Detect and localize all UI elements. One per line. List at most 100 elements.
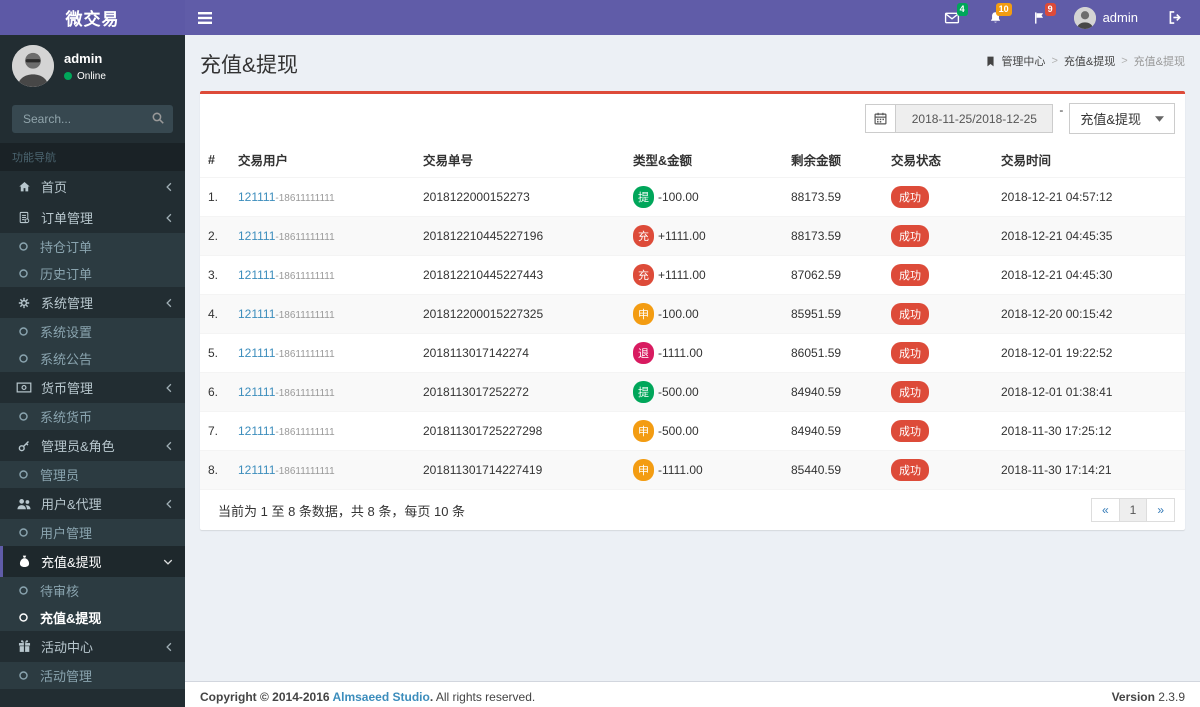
- type-badge: 申: [633, 303, 654, 325]
- status-badge: 成功: [891, 264, 929, 286]
- status-cell: 成功: [883, 333, 993, 373]
- row-index: 3.: [200, 255, 230, 295]
- status-badge: 成功: [891, 225, 929, 247]
- user-menu-button[interactable]: admin: [1062, 0, 1150, 35]
- sidebar-item-label: 系统设置: [40, 325, 93, 340]
- breadcrumb-item[interactable]: 充值&提现: [1064, 53, 1115, 69]
- sidebar-item-label: 系统公告: [40, 352, 93, 367]
- user-cell: 121111-18611111111: [230, 177, 415, 217]
- pagination-next-button[interactable]: »: [1146, 498, 1175, 522]
- sidebar-item-pending-review[interactable]: 待审核: [0, 577, 185, 604]
- row-index: 8.: [200, 450, 230, 489]
- sidebar-item-system-settings[interactable]: 系统设置: [0, 318, 185, 345]
- sidebar-item-label: 活动管理: [40, 669, 93, 684]
- sidebar-item-label: 充值&提现: [41, 555, 102, 570]
- search-input[interactable]: [12, 105, 173, 133]
- sidebar-item-admin-roles[interactable]: 管理员&角色: [0, 430, 185, 461]
- breadcrumb-item[interactable]: 管理中心: [1001, 53, 1045, 69]
- balance-value: 88173.59: [783, 177, 883, 217]
- sidebar-item-system-management[interactable]: 系统管理: [0, 287, 185, 318]
- calendar-button[interactable]: [865, 104, 896, 133]
- sidebar-item-activity-management[interactable]: 活动管理: [0, 662, 185, 689]
- sidebar-item-home[interactable]: 首页: [0, 171, 185, 202]
- user-id-link[interactable]: 121111: [238, 229, 275, 243]
- sidebar-user-name: admin: [64, 50, 103, 66]
- chevron-left-icon: [165, 499, 173, 509]
- sidebar-item-system-announcement[interactable]: 系统公告: [0, 345, 185, 372]
- home-icon: [15, 180, 33, 194]
- sidebar-user-status[interactable]: Online: [64, 71, 106, 82]
- notifications-button[interactable]: 10: [974, 0, 1018, 35]
- brand-logo[interactable]: 微交易: [0, 0, 185, 35]
- sidebar: admin Online 功能导航 首页订单管理持仓订单历史订单系统管理系统设置…: [0, 35, 185, 707]
- copyright-text: Copyright © 2014-2016: [200, 690, 333, 704]
- sidebar-toggle-button[interactable]: [185, 0, 225, 35]
- type-badge: 提: [633, 186, 654, 208]
- transaction-time: 2018-12-21 04:57:12: [993, 177, 1185, 217]
- user-id-link[interactable]: 121111: [238, 424, 275, 438]
- sidebar-item-history-orders[interactable]: 历史订单: [0, 260, 185, 287]
- type-badge: 退: [633, 342, 654, 364]
- user-cell: 121111-18611111111: [230, 216, 415, 256]
- sidebar-item-system-currency[interactable]: 系统货币: [0, 403, 185, 430]
- order-number: 201812210445227443: [415, 255, 625, 295]
- user-id-link[interactable]: 121111: [238, 346, 275, 360]
- transaction-time: 2018-12-01 19:22:52: [993, 333, 1185, 373]
- sidebar-item-user-management[interactable]: 用户管理: [0, 519, 185, 546]
- sidebar-item-users-agents[interactable]: 用户&代理: [0, 488, 185, 519]
- sidebar-item-activity-center[interactable]: 活动中心: [0, 631, 185, 662]
- pagination-page-button[interactable]: 1: [1118, 498, 1148, 522]
- row-index: 4.: [200, 294, 230, 334]
- user-id-link[interactable]: 121111: [238, 190, 275, 204]
- sidebar-item-label: 管理员&角色: [41, 439, 115, 454]
- amount-value: -500.00: [658, 424, 699, 438]
- sidebar-item-currency-management[interactable]: 货币管理: [0, 372, 185, 403]
- sidebar-item-position-orders[interactable]: 持仓订单: [0, 233, 185, 260]
- type-filter-select[interactable]: 充值&提现: [1069, 103, 1175, 134]
- user-cell: 121111-18611111111: [230, 372, 415, 412]
- pagination-prev-button[interactable]: «: [1090, 498, 1120, 522]
- user-cell: 121111-18611111111: [230, 294, 415, 334]
- status-badge: 成功: [891, 342, 929, 364]
- top-navbar: 微交易 4 10 9 admin: [0, 0, 1200, 35]
- column-header: 交易时间: [993, 142, 1185, 178]
- sidebar-item-order-management[interactable]: 订单管理: [0, 202, 185, 233]
- user-phone-suffix: -18611111111: [275, 271, 335, 282]
- table-row: 2. 121111-18611111111 201812210445227196 充 +…: [200, 216, 1185, 256]
- studio-link[interactable]: Almsaeed Studio: [332, 690, 429, 704]
- user-id-link[interactable]: 121111: [238, 463, 275, 477]
- sidebar-section-label: 功能导航: [0, 143, 185, 171]
- row-index: 2.: [200, 216, 230, 256]
- tasks-button[interactable]: 9: [1018, 0, 1062, 35]
- order-number: 2018113017142274: [415, 333, 625, 373]
- data-box: - 充值&提现 #交易用户交易单号类型&金额剩余金额交易状态交易时间 1.121…: [200, 91, 1185, 530]
- logout-button[interactable]: [1150, 0, 1200, 35]
- messages-button[interactable]: 4: [930, 0, 974, 35]
- online-status-dot: [64, 72, 72, 80]
- sidebar-item-admins[interactable]: 管理员: [0, 461, 185, 488]
- sidebar-item-label: 首页: [41, 180, 68, 195]
- status-badge: 成功: [891, 303, 929, 325]
- sidebar-item-label: 货币管理: [41, 381, 94, 396]
- order-number: 2018113017252272: [415, 372, 625, 412]
- user-id-link[interactable]: 121111: [238, 268, 275, 282]
- date-range-input[interactable]: [895, 104, 1054, 133]
- avatar: [12, 45, 54, 87]
- row-index: 6.: [200, 372, 230, 412]
- user-id-link[interactable]: 121111: [238, 385, 275, 399]
- user-id-link[interactable]: 121111: [238, 307, 275, 321]
- circle-o-icon: [14, 411, 32, 422]
- transaction-time: 2018-12-20 00:15:42: [993, 294, 1185, 334]
- status-cell: 成功: [883, 294, 993, 334]
- range-separator: -: [1059, 103, 1064, 117]
- sidebar-item-recharge-withdraw-list[interactable]: 充值&提现: [0, 604, 185, 631]
- gift-icon: [15, 639, 33, 654]
- type-amount-cell: 申 -1111.00: [625, 450, 783, 489]
- user-cell: 121111-18611111111: [230, 450, 415, 489]
- sidebar-item-recharge-withdraw[interactable]: 充值&提现: [0, 546, 185, 577]
- balance-value: 84940.59: [783, 372, 883, 412]
- search-icon[interactable]: [151, 111, 165, 125]
- money-icon: [15, 381, 33, 394]
- orders-icon: [15, 210, 33, 225]
- amount-value: +1111.00: [658, 229, 706, 243]
